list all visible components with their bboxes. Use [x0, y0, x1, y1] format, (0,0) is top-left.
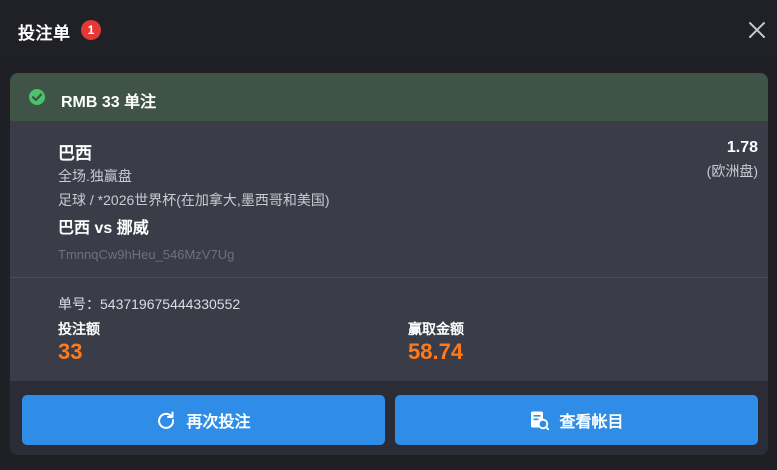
odds-format: (欧洲盘) — [706, 163, 758, 179]
bet-token: TmnnqCw9hHeu_546MzV7Ug — [58, 247, 235, 262]
bet-status-bar: RMB 33 单注 — [10, 73, 768, 121]
odds-value: 1.78 — [726, 139, 758, 156]
action-bar: 再次投注 查看帐目 — [10, 381, 768, 455]
match-name: 巴西 vs 挪威 — [58, 220, 149, 237]
view-account-button[interactable]: 查看帐目 — [395, 395, 758, 445]
page-title: 投注单 — [18, 24, 71, 43]
win-label: 赢取金额 — [408, 321, 464, 337]
rebet-label: 再次投注 — [186, 414, 251, 431]
bet-card: RMB 33 单注 巴西 1.78 (欧洲盘) 全场.独赢盘 足球 / *202… — [10, 73, 768, 455]
check-circle-icon — [29, 89, 45, 105]
view-account-label: 查看帐目 — [559, 414, 624, 431]
document-search-icon — [531, 411, 550, 430]
bet-summary-title: RMB 33 单注 — [61, 94, 157, 111]
order-number: 单号：543719675444330552 — [58, 296, 241, 312]
betslip-header: 投注单 1 — [0, 0, 777, 60]
divider — [10, 277, 768, 278]
league-name: 足球 / *2026世界杯(在加拿大,墨西哥和美国) — [58, 192, 330, 208]
close-icon — [749, 22, 765, 38]
win-amount: 58.74 — [408, 339, 464, 364]
selection-team: 巴西 — [58, 144, 92, 163]
refresh-icon — [158, 411, 175, 429]
stake-label: 投注额 — [58, 321, 100, 337]
market-name: 全场.独赢盘 — [58, 168, 132, 184]
count-badge: 1 — [81, 20, 101, 40]
close-button[interactable] — [747, 20, 767, 40]
stake-amount: 33 — [58, 339, 83, 364]
rebet-button[interactable]: 再次投注 — [22, 395, 385, 445]
